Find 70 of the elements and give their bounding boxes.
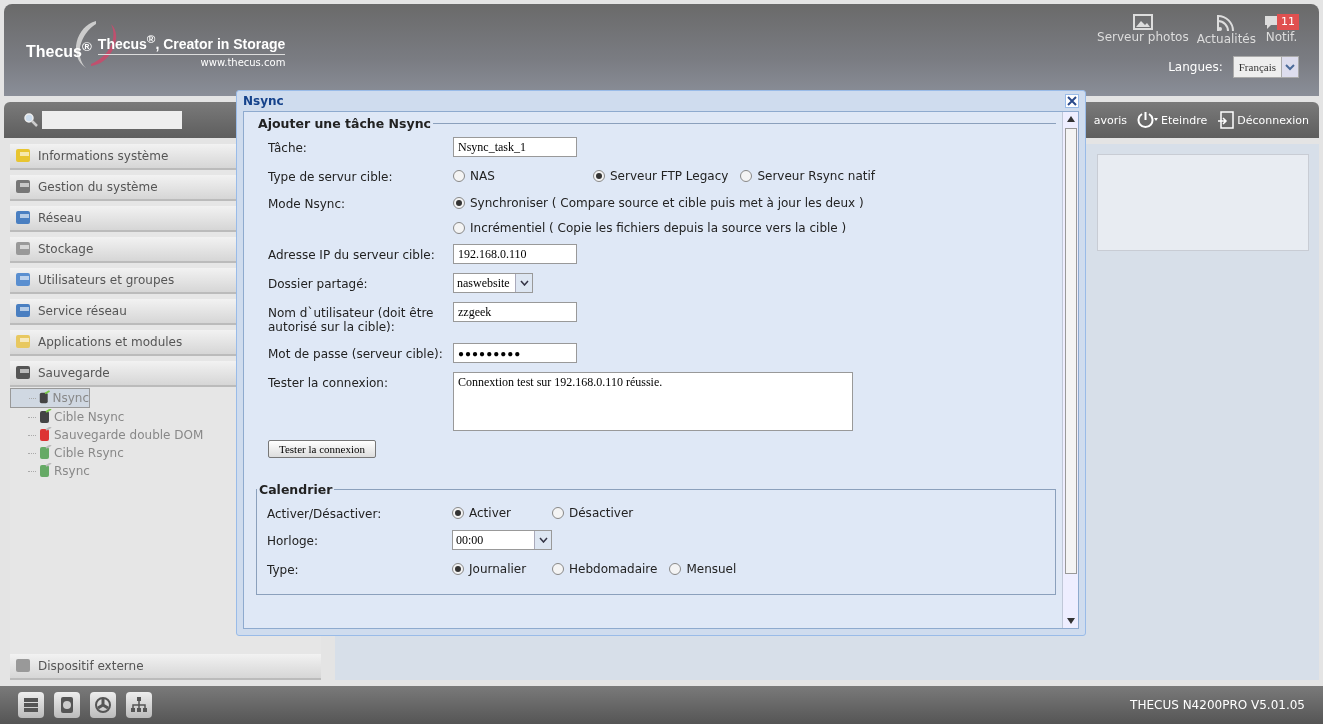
input-field[interactable]: zzgeek <box>453 302 577 322</box>
field-label: Type: <box>267 562 300 577</box>
dialog-title: Nsync <box>243 94 284 108</box>
arrow-up-icon <box>1066 116 1075 122</box>
field-label: Type de servur cible: <box>268 169 394 184</box>
radio-option[interactable]: Activer <box>452 506 540 520</box>
notifications-link[interactable]: 11 Notif. <box>1264 14 1299 46</box>
logout-button[interactable]: Déconnexion <box>1217 111 1309 129</box>
field-label: Dossier partagé: <box>268 276 369 291</box>
chevron-down-icon <box>538 537 548 543</box>
sidebar-group[interactable]: Service réseau <box>10 299 226 323</box>
item-icon <box>38 409 52 425</box>
section-title: Calendrier <box>258 482 334 497</box>
input-field[interactable]: 192.168.0.110 <box>453 244 577 264</box>
favorites-link[interactable]: avoris <box>1093 113 1128 127</box>
website-url: www.thecus.com <box>200 56 286 68</box>
radio-option[interactable]: Désactiver <box>552 506 634 520</box>
search-icon <box>24 113 38 127</box>
search-field[interactable] <box>42 111 182 129</box>
select-field[interactable]: naswebsite <box>453 273 533 293</box>
sidebar-group[interactable]: Stockage <box>10 237 226 261</box>
news-link[interactable]: Actualités <box>1196 14 1256 46</box>
disk-status-icon[interactable] <box>54 692 80 718</box>
language-label: Langues: <box>1168 60 1223 74</box>
item-icon <box>38 390 51 406</box>
result-box: Connextion test sur 192.168.0.110 réussie. <box>453 372 853 431</box>
radio-option[interactable]: Journalier <box>452 562 540 576</box>
input-field[interactable]: Nsync_task_1 <box>453 137 577 157</box>
field-label: Mode Nsync: <box>268 196 347 211</box>
close-button[interactable] <box>1065 94 1079 108</box>
rss-icon <box>1217 14 1236 32</box>
item-icon <box>38 427 52 443</box>
section-title: Ajouter une tâche Nsync <box>257 116 432 131</box>
radio-option[interactable]: Serveur FTP Legacy <box>593 169 729 183</box>
version-text: THECUS N4200PRO V5.01.05 <box>1130 698 1305 712</box>
radio-option[interactable]: Hebdomadaire <box>552 562 658 576</box>
notification-count: 11 <box>1277 14 1299 30</box>
server-status-icon[interactable] <box>18 692 44 718</box>
item-icon <box>38 445 52 461</box>
radio-option[interactable]: Incrémentiel ( Copie les fichiers depuis la source vers la cible ) <box>453 221 847 235</box>
test-connection-button[interactable]: Tester la connexion <box>268 440 376 458</box>
radio-option[interactable]: Serveur Rsync natif <box>740 169 876 183</box>
field-label: Nom d`utilisateur (doit être autorisé sur la cible): <box>268 305 435 334</box>
arrow-down-icon <box>1066 618 1075 624</box>
scrollbar[interactable] <box>1062 112 1078 628</box>
sidebar-group[interactable]: Utilisateurs et groupes <box>10 268 226 292</box>
shutdown-button[interactable]: Eteindre <box>1137 111 1208 129</box>
field-label: Mot de passe (serveur cible): <box>268 346 443 361</box>
field-label: Horloge: <box>267 533 320 548</box>
tagline: Thecus$^{®}$, Creator in Storage <box>97 32 286 55</box>
photo-server-link[interactable]: Serveur photos <box>1097 14 1189 46</box>
field-label: Tâche: <box>268 140 308 155</box>
sidebar-group[interactable]: Sauvegarde <box>10 361 226 385</box>
item-icon <box>38 463 52 479</box>
language-select[interactable]: Français <box>1232 56 1299 78</box>
select-field[interactable]: 00:00 <box>452 530 552 550</box>
radio-option[interactable]: NAS <box>453 169 581 183</box>
power-icon <box>1137 111 1160 129</box>
picture-icon <box>1132 14 1153 30</box>
field-label: Tester la connexion: <box>268 375 389 390</box>
radio-option[interactable]: Mensuel <box>669 562 737 576</box>
password-field[interactable]: ●●●●●●●●● <box>453 343 577 363</box>
network-status-icon[interactable] <box>126 692 152 718</box>
chevron-down-icon <box>1285 63 1295 71</box>
chevron-down-icon <box>519 280 529 286</box>
exit-icon <box>1217 111 1236 129</box>
field-label: Activer/Désactiver: <box>267 506 383 521</box>
radio-option[interactable]: Synchroniser ( Compare source et cible puis met à jour les deux ) <box>453 196 864 210</box>
fan-status-icon[interactable] <box>90 692 116 718</box>
field-label: Adresse IP du serveur cible: <box>268 247 436 262</box>
